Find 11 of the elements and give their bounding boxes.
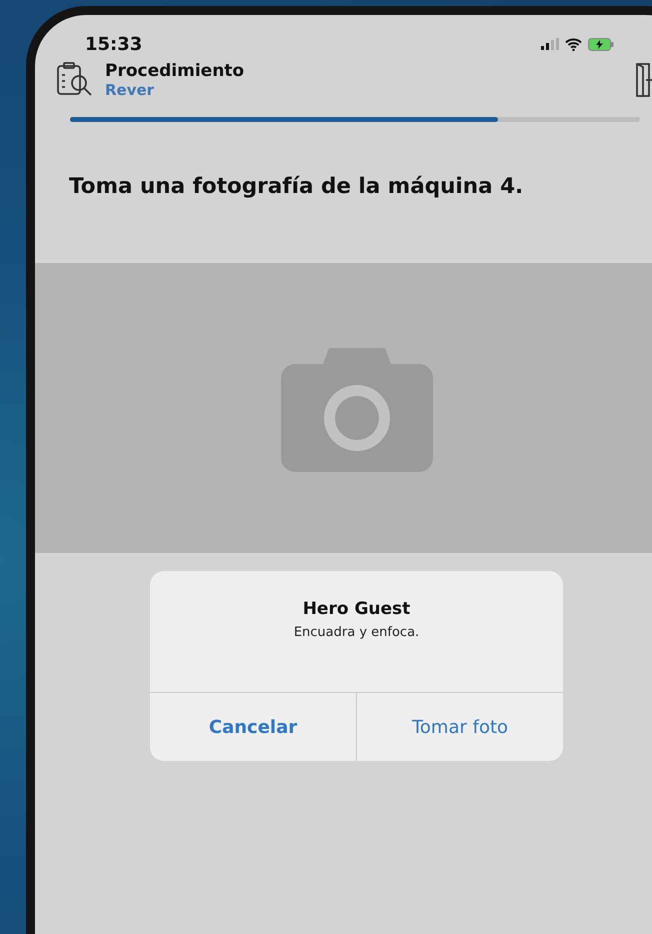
instruction-text: Toma una fotografía de la máquina 4. xyxy=(68,173,524,199)
alert-message: Encuadra y enfoca. xyxy=(294,625,420,640)
battery-icon xyxy=(588,38,614,50)
signal-icon xyxy=(541,38,559,50)
procedure-subtitle: Rever xyxy=(105,81,156,99)
procedure-title: Procedimiento xyxy=(105,61,246,81)
alert-button[interactable]: Tomar foto xyxy=(356,693,563,761)
wifi-icon xyxy=(565,38,582,50)
alert-title: Hero Guest xyxy=(302,599,410,619)
status-time: 15:33 xyxy=(85,34,142,54)
alert-button[interactable]: Cancelar xyxy=(150,693,356,761)
